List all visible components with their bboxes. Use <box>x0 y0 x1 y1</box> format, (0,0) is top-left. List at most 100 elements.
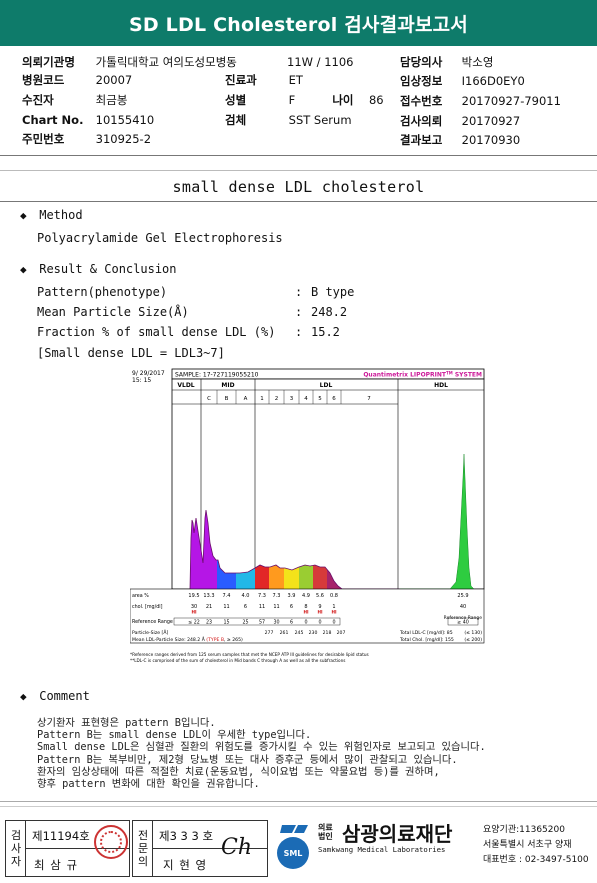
row-label-area: area % <box>132 593 149 599</box>
band-label-1: 1 <box>260 396 264 402</box>
result-heading-text: Result & Conclusion <box>39 262 177 276</box>
particle-size-value: 277 <box>265 630 274 636</box>
logo-text: SML <box>284 849 303 858</box>
group-label-ldl: LDL <box>320 382 333 389</box>
hi-flag: HI <box>317 610 323 615</box>
report-date-label: 결과보고 <box>400 133 443 147</box>
total-ldl-ref: (≤ 130) <box>464 630 482 636</box>
result-value-pattern: B type <box>311 285 355 299</box>
result-label-size: Mean Particle Size(Å) <box>37 305 189 319</box>
band-fill-ldl-2 <box>269 565 284 589</box>
band-label-3: 3 <box>290 396 294 402</box>
diamond-bullet-icon: ◆ <box>20 209 27 222</box>
lipoprint-chart: 9/ 29/2017 15: 15 SAMPLE: 17-72711905521… <box>129 368 485 668</box>
sex-row: 성별 F 나이 86 <box>225 91 384 109</box>
hospital-code-value: 20007 <box>95 73 133 87</box>
specialist-box: 전문의 제3 3 3 호 지 현 영 Ch <box>132 820 268 877</box>
result-label-fraction: Fraction % of small dense LDL (%) <box>37 325 276 339</box>
particle-size-value: 245 <box>295 630 304 636</box>
area-value: 13.3 <box>203 593 214 599</box>
result-value-fraction: 15.2 <box>311 325 340 339</box>
clinical-row: 임상정보 I166D0EY0 <box>400 72 525 90</box>
band-label-a: A <box>244 396 248 402</box>
chart-brand-name: Quantimetrix LIPOPRINT <box>363 372 447 379</box>
dept-value: ET <box>288 73 303 87</box>
comment-heading: ◆ Comment <box>20 689 90 703</box>
receipt-label: 접수번호 <box>400 94 443 108</box>
particle-size-value: 218 <box>323 630 332 636</box>
section-divider <box>0 170 597 171</box>
result-label-pattern: Pattern(phenotype) <box>37 285 168 299</box>
hospital-code-row: 병원코드 20007 <box>22 71 132 89</box>
band-label-7: 7 <box>367 396 371 402</box>
band-label-4: 4 <box>304 396 308 402</box>
phone: 대표번호 : 02-3497-5100 <box>483 855 589 865</box>
total-chol: Total Chol. [mg/dl]: 155 <box>399 637 454 643</box>
report-date-value: 20170930 <box>461 133 521 147</box>
band-fill-ldl-3 <box>284 567 299 589</box>
dept-row: 진료과 ET <box>225 71 303 89</box>
row-label-chol: chol. [mg/dl] <box>132 604 163 610</box>
method-heading-text: Method <box>39 208 83 222</box>
sml-logo-icon: SML <box>272 821 314 871</box>
chol-value: 11 <box>259 604 265 610</box>
tester-number: 제11194호 <box>32 829 90 843</box>
report-date-row: 결과보고 20170930 <box>400 131 520 149</box>
footer: 검사자 제11194호 최 삼 규 전문의 제3 3 3 호 지 현 영 Ch … <box>0 815 597 883</box>
group-label-mid: MID <box>221 382 234 389</box>
values-table: area %chol. [mg/dl]Reference RangeRefere… <box>129 588 485 644</box>
chol-value: 11 <box>273 604 279 610</box>
ref-value: 6 <box>290 620 293 626</box>
request-value: 20170927 <box>461 114 521 128</box>
band-fill-ldl-5 <box>313 565 327 589</box>
chart-no-row: Chart No. 10155410 <box>22 111 154 129</box>
area-value: 25.9 <box>457 593 468 599</box>
age-value: 86 <box>368 93 384 107</box>
doctor-row: 담당의사 박소영 <box>400 53 493 71</box>
receipt-row: 접수번호 20170927-79011 <box>400 92 561 110</box>
area-value: 0.8 <box>330 593 338 599</box>
rrn-label: 주민번호 <box>22 132 65 146</box>
ref-value: 0 <box>332 620 335 626</box>
sex-label: 성별 <box>225 93 247 107</box>
request-row: 검사의뢰 20170927 <box>400 112 520 130</box>
chart-time: 15: 15 <box>132 377 151 384</box>
area-value: 3.9 <box>288 593 296 599</box>
band-label-2: 2 <box>275 396 279 402</box>
result-value-size: 248.2 <box>311 305 348 319</box>
institution-row: 의뢰기관명 가톨릭대학교 여의도성모병동 <box>22 53 237 71</box>
chart-sample: SAMPLE: 17-727119055210 <box>175 372 259 379</box>
result-colon-size: : <box>295 305 303 319</box>
header-divider <box>0 155 597 156</box>
specimen-value: SST Serum <box>288 113 352 127</box>
specialist-label: 전문의 <box>137 829 149 868</box>
clinical-value: I166D0EY0 <box>461 74 525 88</box>
area-value: 7.3 <box>273 593 281 599</box>
chol-value: 40 <box>460 604 466 610</box>
band-fill-ldl-1 <box>255 565 269 589</box>
patient-value: 최금봉 <box>95 93 128 107</box>
band-fill-ldl-4 <box>299 565 313 589</box>
specialist-name: 지 현 영 <box>163 858 208 872</box>
institution-value: 가톨릭대학교 여의도성모병동 <box>95 55 237 69</box>
address: 서울특별시 서초구 양재 <box>483 840 572 850</box>
type-b-reference: , ≥ 265) <box>224 637 243 643</box>
comment-line-6: 향후 pattern 변화에 대한 확인을 권유합니다. <box>37 778 260 790</box>
footnote-1: *Reference ranges derived from 125 serum… <box>130 652 369 657</box>
chol-value: 6 <box>244 604 247 610</box>
receipt-value: 20170927-79011 <box>461 94 561 108</box>
method-heading: ◆ Method <box>20 208 83 222</box>
ref-value: ≥ 40 <box>457 620 469 626</box>
type-b-flag: (TYPE B <box>206 637 224 643</box>
rrn-row: 주민번호 310925-2 <box>22 130 151 148</box>
plot-frame <box>171 378 485 590</box>
diamond-bullet-icon: ◆ <box>20 690 27 703</box>
band-label-b: B <box>225 396 229 402</box>
foundation-name: 삼광의료재단 <box>342 822 453 846</box>
signature: Ch <box>221 835 253 860</box>
particle-size-value: 207 <box>337 630 346 636</box>
doctor-label: 담당의사 <box>400 55 443 69</box>
comment-heading-text: Comment <box>39 689 90 703</box>
section-title-rule <box>0 201 597 202</box>
dept-label: 진료과 <box>225 73 257 87</box>
